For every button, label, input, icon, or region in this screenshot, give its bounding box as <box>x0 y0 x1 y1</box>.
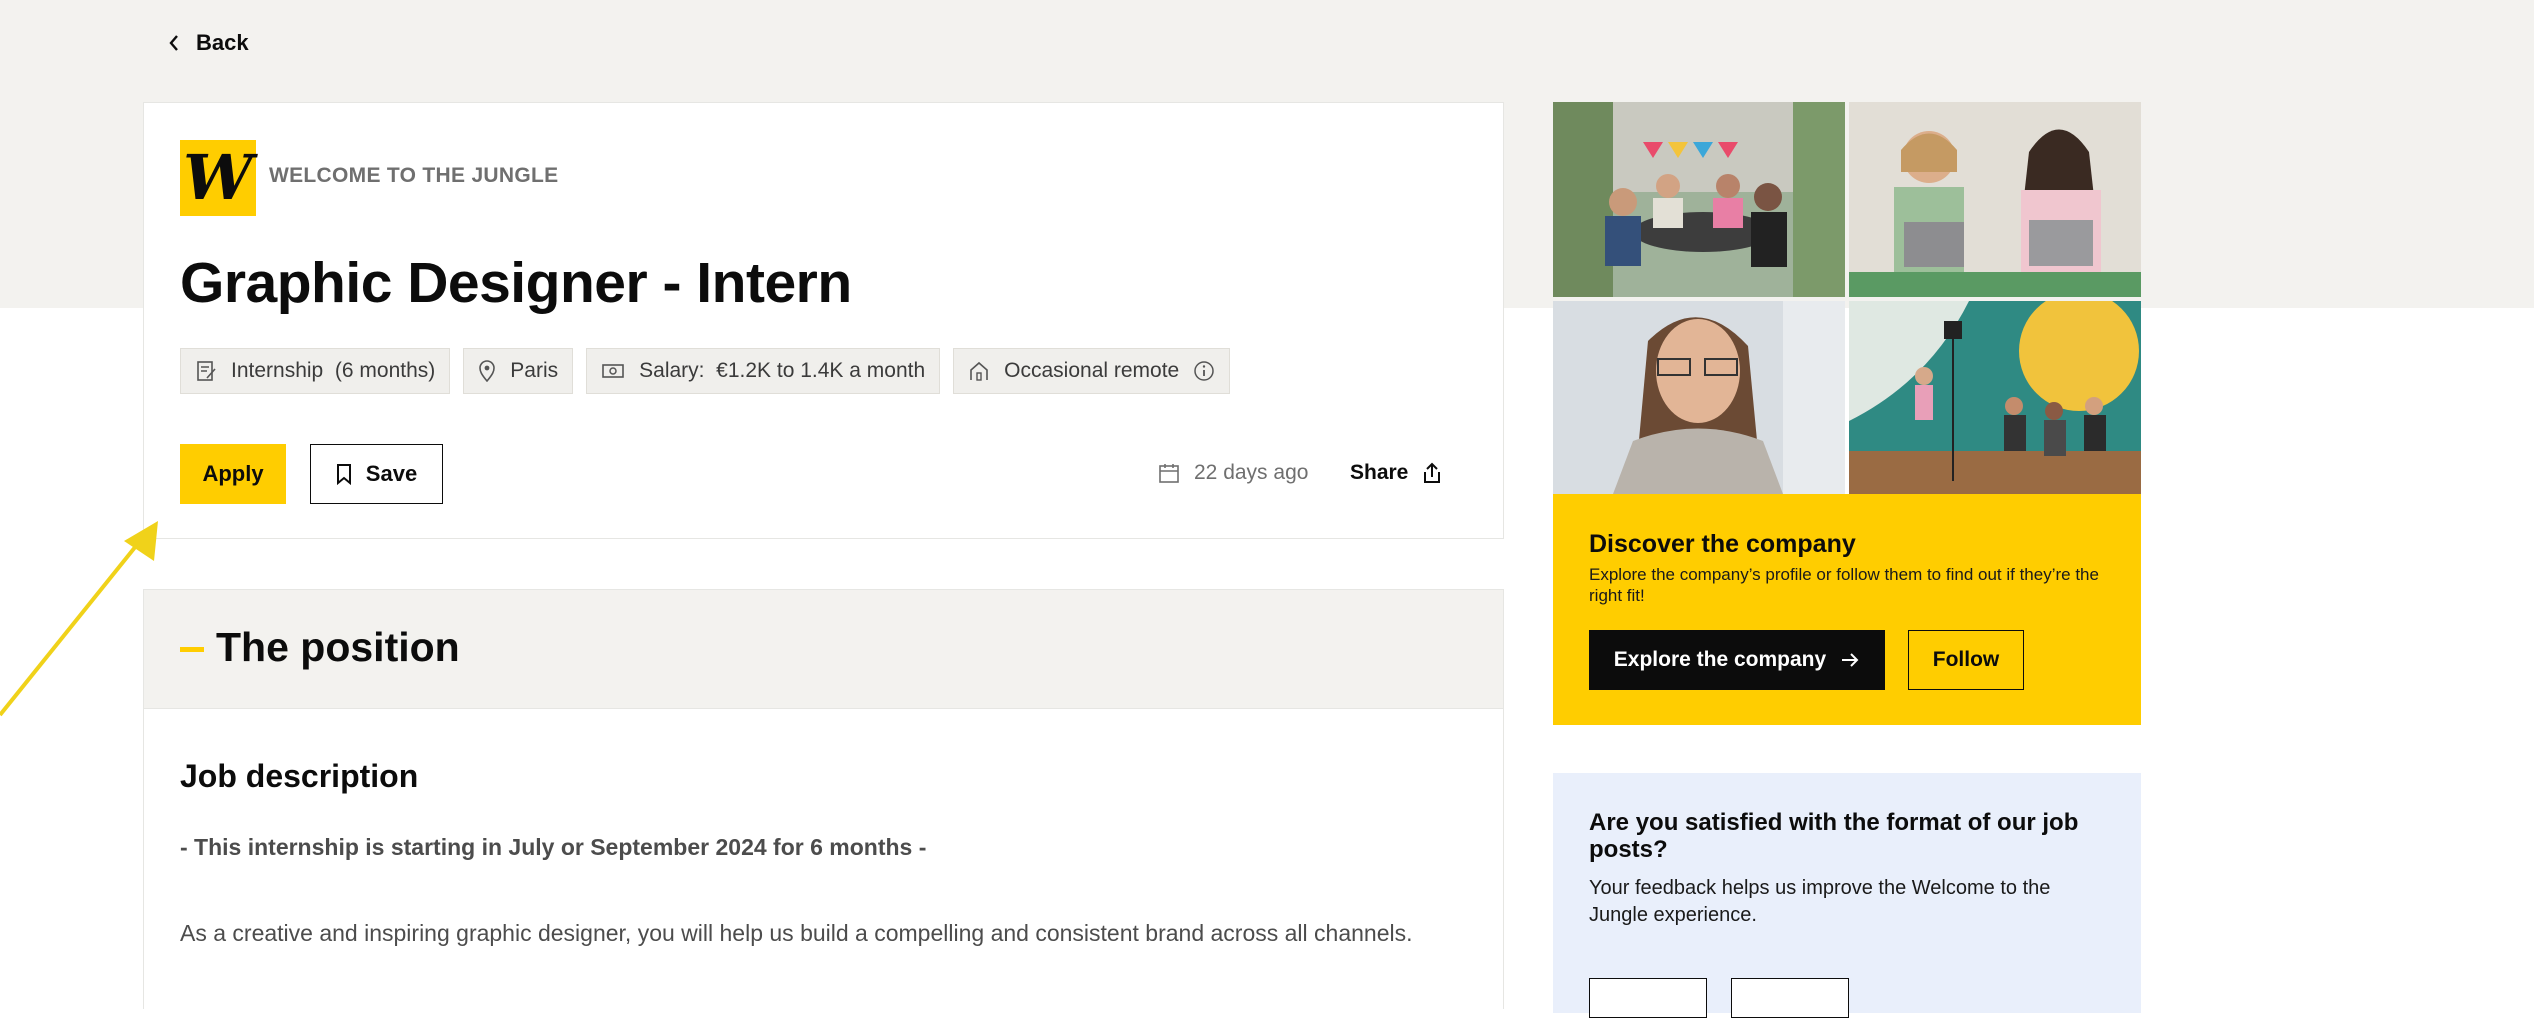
tag-remote: Occasional remote <box>953 348 1231 394</box>
share-label: Share <box>1350 461 1409 484</box>
job-description-intro: - This internship is starting in July or… <box>180 834 927 860</box>
photo-portrait-woman <box>1553 301 1845 494</box>
discover-title: Discover the company <box>1589 530 1856 558</box>
company-photo-collage[interactable] <box>1553 102 2141 494</box>
info-icon[interactable] <box>1193 360 1215 382</box>
feedback-option-button[interactable] <box>1589 978 1707 1018</box>
share-icon <box>1424 462 1441 483</box>
tag-salary: Salary: €1.2K to 1.4K a month <box>586 348 941 394</box>
remote-home-icon <box>970 361 988 381</box>
photo-team-meeting <box>1553 102 1845 297</box>
company-logo[interactable]: W <box>180 140 256 216</box>
photo-studio-shoot <box>1849 301 2141 494</box>
save-label: Save <box>365 461 418 486</box>
tag-contract: Internship (6 months) <box>180 348 451 394</box>
chevron-left-icon <box>169 35 178 51</box>
posted-date: 22 days ago <box>1158 461 1308 485</box>
discover-company-panel: Discover the company Explore the company… <box>1553 494 2141 725</box>
bookmark-icon <box>336 464 351 485</box>
follow-button[interactable]: Follow <box>1908 630 2024 690</box>
calendar-icon <box>1159 464 1179 483</box>
feedback-option-button[interactable] <box>1731 978 1849 1018</box>
tag-location: Paris <box>463 348 574 394</box>
banknote-icon <box>602 364 624 378</box>
company-name[interactable]: WELCOME TO THE JUNGLE <box>269 164 558 188</box>
back-label: Back <box>196 30 249 55</box>
feedback-text: Your feedback helps us improve the Welco… <box>1589 877 2051 926</box>
feedback-title: Are you satisfied with the format of our… <box>1589 809 2079 863</box>
arrow-right-icon <box>1842 653 1859 667</box>
photo-colleagues-laptops <box>1849 102 2141 297</box>
location-pin-icon <box>479 360 496 382</box>
apply-button[interactable]: Apply <box>180 444 286 504</box>
section-accent-dash <box>180 647 204 652</box>
back-link[interactable]: Back <box>168 30 249 56</box>
job-description-heading: Job description <box>180 758 419 794</box>
posted-label: 22 days ago <box>1194 461 1309 484</box>
position-heading: The position <box>216 624 460 670</box>
feedback-panel: Are you satisfied with the format of our… <box>1553 773 2141 1018</box>
tag-location-label: Paris <box>510 359 559 382</box>
save-button[interactable]: Save <box>310 444 443 504</box>
job-description-paragraph: As a creative and inspiring graphic desi… <box>180 920 1413 946</box>
contract-icon <box>197 361 216 381</box>
logo-letter: W <box>183 141 253 214</box>
job-tags: Internship (6 months) Paris Salary: €1.2… <box>180 348 1231 394</box>
tag-contract-label: Internship (6 months) <box>231 359 436 382</box>
tag-salary-label: Salary: €1.2K to 1.4K a month <box>639 359 926 382</box>
explore-label: Explore the company <box>1613 648 1827 671</box>
discover-text: Explore the company’s profile or follow … <box>1589 565 2099 605</box>
job-title: Graphic Designer - Intern <box>180 251 852 315</box>
tag-remote-label: Occasional remote <box>1004 359 1180 382</box>
explore-company-button[interactable]: Explore the company <box>1589 630 1885 690</box>
share-button[interactable]: Share <box>1350 461 1442 485</box>
